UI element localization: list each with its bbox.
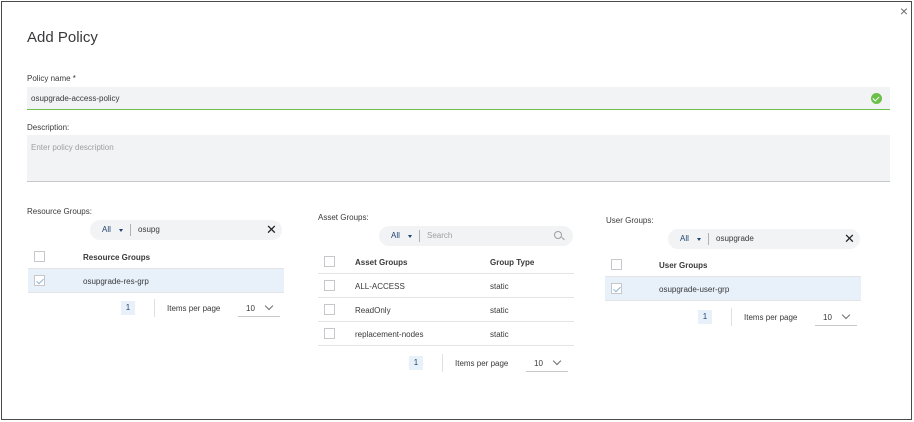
row-name: ReadOnly: [355, 306, 391, 315]
column-header: Asset Groups: [355, 258, 408, 267]
chevron-down-icon: [264, 301, 274, 311]
user-groups-table: User Groups osupgrade-user-grp: [605, 253, 861, 301]
user-groups-search-input[interactable]: osupgrade: [716, 234, 754, 243]
items-per-page-select[interactable]: 10: [238, 299, 280, 317]
page-number-button[interactable]: 1: [121, 301, 135, 315]
pager-separator: [154, 299, 155, 317]
select-all-checkbox[interactable]: [324, 256, 335, 267]
resource-groups-pagination: 1 Items per page 10: [121, 299, 286, 319]
description-input[interactable]: Enter policy description: [27, 135, 890, 182]
table-header-row: Asset Groups Group Type: [318, 250, 574, 274]
table-row[interactable]: replacement-nodes static: [318, 322, 574, 346]
row-type: static: [490, 306, 509, 315]
table-row[interactable]: osupgrade-res-grp: [28, 269, 284, 293]
items-per-page-select[interactable]: 10: [815, 308, 857, 326]
policy-name-value: osupgrade-access-policy: [31, 94, 120, 103]
description-placeholder: Enter policy description: [31, 143, 114, 152]
items-per-page-value: 10: [246, 304, 255, 313]
row-checkbox[interactable]: [324, 280, 335, 291]
row-name: osupgrade-res-grp: [83, 277, 149, 286]
row-name: ALL-ACCESS: [355, 282, 405, 291]
table-header-row: Resource Groups: [28, 245, 284, 269]
caret-down-icon[interactable]: [119, 229, 123, 232]
column-header: User Groups: [659, 261, 708, 270]
user-groups-pagination: 1 Items per page 10: [698, 308, 863, 328]
resource-groups-label: Resource Groups:: [27, 207, 92, 216]
column-header: Resource Groups: [83, 253, 151, 262]
chevron-down-icon: [841, 310, 851, 320]
clear-x-icon[interactable]: ✕: [266, 222, 277, 238]
filter-separator: [419, 230, 420, 242]
pager-separator: [731, 308, 732, 326]
select-all-checkbox[interactable]: [611, 259, 622, 270]
table-row[interactable]: osupgrade-user-grp: [605, 277, 861, 301]
add-policy-dialog: × Add Policy Policy name * osupgrade-acc…: [1, 1, 912, 420]
row-name: osupgrade-user-grp: [659, 285, 730, 294]
items-per-page-label: Items per page: [455, 359, 509, 368]
page-number-button[interactable]: 1: [409, 356, 423, 370]
row-type: static: [490, 330, 509, 339]
user-groups-scope-dropdown[interactable]: All: [680, 234, 689, 243]
clear-x-icon[interactable]: ✕: [844, 231, 855, 247]
table-row[interactable]: ReadOnly static: [318, 298, 574, 322]
policy-name-input[interactable]: osupgrade-access-policy: [27, 87, 890, 110]
row-name: replacement-nodes: [355, 330, 424, 339]
user-groups-filter: All osupgrade ✕: [668, 229, 860, 249]
select-all-checkbox[interactable]: [34, 251, 45, 262]
search-icon[interactable]: [554, 231, 562, 239]
caret-down-icon[interactable]: [408, 235, 412, 238]
asset-groups-label: Asset Groups:: [318, 213, 369, 222]
row-checkbox[interactable]: [34, 275, 45, 286]
asset-groups-search-input[interactable]: Search: [427, 231, 452, 240]
asset-groups-filter: All Search: [379, 226, 573, 246]
row-type: static: [490, 282, 509, 291]
table-row[interactable]: ALL-ACCESS static: [318, 274, 574, 298]
resource-groups-filter: All osupg ✕: [90, 220, 282, 240]
resource-groups-search-input[interactable]: osupg: [138, 225, 160, 234]
close-icon[interactable]: ×: [898, 4, 910, 18]
policy-name-label: Policy name *: [27, 74, 76, 83]
asset-groups-table: Asset Groups Group Type ALL-ACCESS stati…: [318, 250, 574, 346]
asset-groups-scope-dropdown[interactable]: All: [391, 231, 400, 240]
items-per-page-value: 10: [823, 313, 832, 322]
filter-separator: [708, 233, 709, 245]
items-per-page-label: Items per page: [744, 313, 798, 322]
items-per-page-select[interactable]: 10: [526, 354, 568, 372]
chevron-down-icon: [552, 356, 562, 366]
user-groups-label: User Groups:: [606, 216, 654, 225]
items-per-page-value: 10: [534, 359, 543, 368]
description-label: Description:: [27, 123, 70, 132]
row-checkbox[interactable]: [611, 283, 622, 294]
caret-down-icon[interactable]: [697, 238, 701, 241]
column-header: Group Type: [490, 258, 535, 267]
filter-separator: [130, 224, 131, 236]
table-header-row: User Groups: [605, 253, 861, 277]
row-checkbox[interactable]: [324, 304, 335, 315]
check-circle-icon: [871, 93, 882, 104]
items-per-page-label: Items per page: [167, 304, 221, 313]
resource-groups-scope-dropdown[interactable]: All: [102, 225, 111, 234]
dialog-title: Add Policy: [27, 29, 98, 46]
pager-separator: [442, 354, 443, 372]
row-checkbox[interactable]: [324, 328, 335, 339]
page-number-button[interactable]: 1: [698, 310, 712, 324]
asset-groups-pagination: 1 Items per page 10: [409, 354, 574, 374]
resource-groups-table: Resource Groups osupgrade-res-grp: [28, 245, 284, 293]
